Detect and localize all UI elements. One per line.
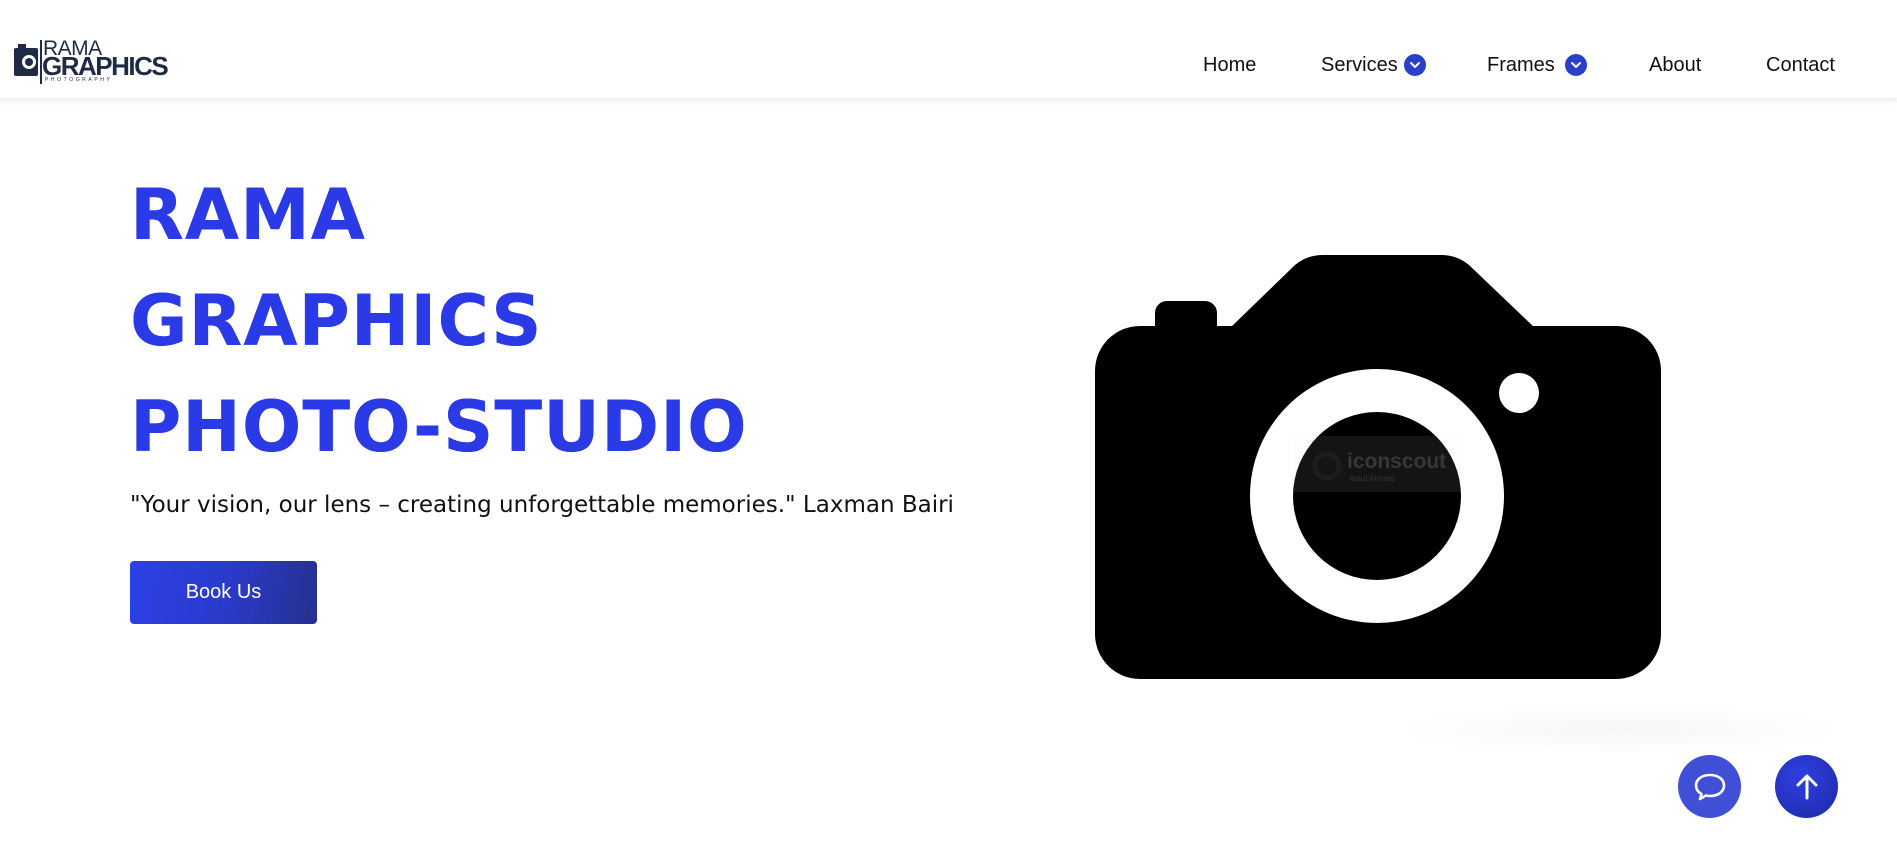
nav-services-label: Services: [1321, 53, 1398, 76]
hero-title-line-1: RAMA: [130, 174, 366, 256]
nav-contact-label: Contact: [1766, 53, 1835, 76]
nav-about-label: About: [1649, 53, 1702, 76]
watermark-text: iconscout: [1347, 450, 1446, 473]
hero-title-line-2: GRAPHICS: [130, 280, 543, 362]
chevron-down-icon[interactable]: [1564, 54, 1587, 76]
chat-bubble-icon: [1694, 773, 1725, 800]
nav-frames[interactable]: Frames: [1487, 52, 1587, 78]
footer-shadow: [1390, 705, 1850, 755]
main-nav: Home Services Frames About Contact: [0, 52, 1897, 78]
scroll-to-top-button[interactable]: [1775, 755, 1838, 818]
hero-title-line-3: PHOTO-STUDIO: [130, 386, 748, 468]
nav-about[interactable]: About: [1649, 52, 1701, 78]
camera-icon: iconscout Ataul Ahmed: [1095, 255, 1661, 679]
hero-tagline: "Your vision, our lens – creating unforg…: [130, 492, 954, 518]
chat-button[interactable]: [1678, 755, 1741, 818]
nav-home[interactable]: Home: [1203, 52, 1256, 78]
nav-frames-label: Frames: [1487, 53, 1555, 76]
arrow-up-icon: [1796, 774, 1817, 799]
nav-services[interactable]: Services: [1321, 52, 1426, 78]
nav-contact[interactable]: Contact: [1766, 52, 1835, 78]
watermark-subtext: Ataul Ahmed: [1349, 474, 1394, 483]
logo-text-photography: PHOTOGRAPHY: [45, 77, 113, 83]
book-us-button[interactable]: Book Us: [130, 561, 317, 624]
chevron-down-icon[interactable]: [1403, 54, 1426, 76]
nav-home-label: Home: [1203, 53, 1257, 76]
top-navbar: RAMA GRAPHICS PHOTOGRAPHY Home Services …: [0, 0, 1897, 98]
